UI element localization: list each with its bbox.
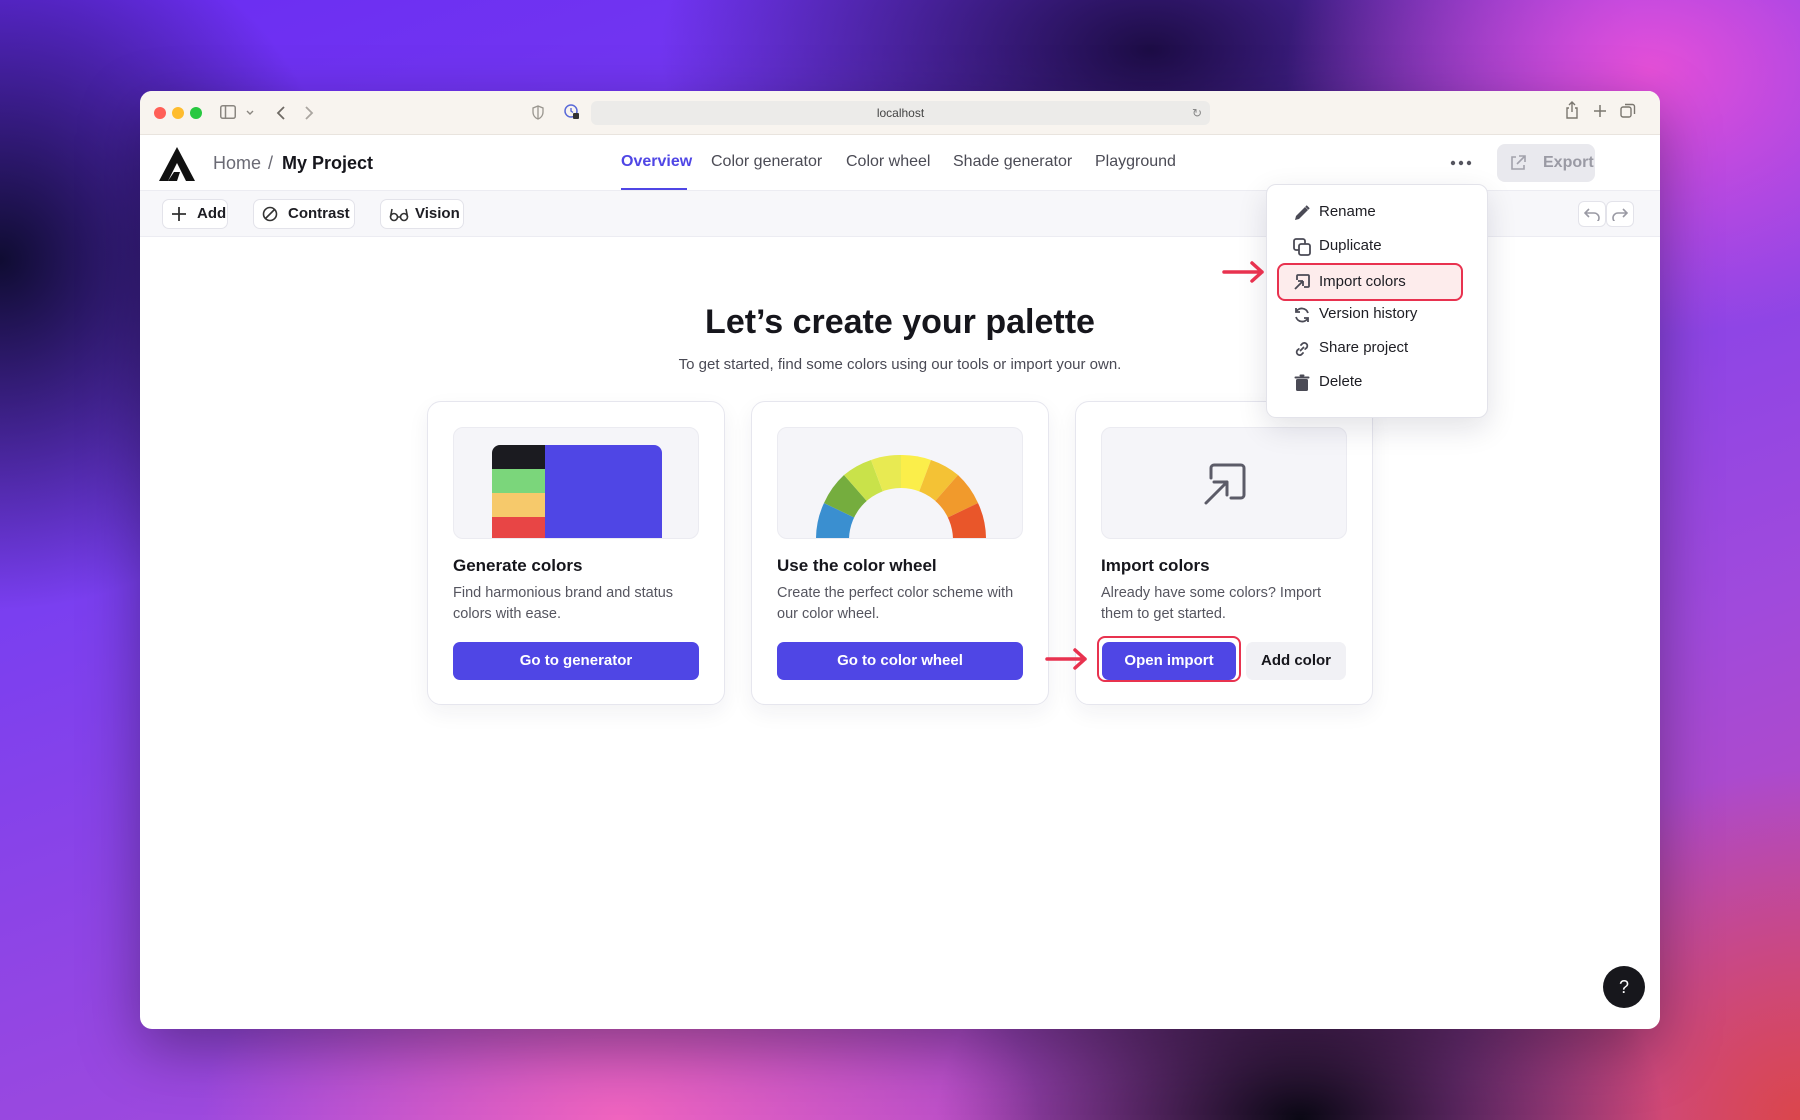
export-button[interactable]: Export	[1497, 144, 1595, 182]
tab-playground[interactable]: Playground	[1095, 151, 1176, 173]
export-label: Export	[1543, 154, 1594, 171]
menu-item-label: Delete	[1319, 373, 1363, 390]
tab-overview-icon[interactable]	[1620, 103, 1636, 119]
go-to-generator-button[interactable]: Go to generator	[453, 642, 699, 680]
import-icon	[1204, 463, 1246, 505]
add-button[interactable]: Add	[162, 199, 228, 229]
go-to-color-wheel-button[interactable]: Go to color wheel	[777, 642, 1023, 680]
url-text: localhost	[876, 106, 925, 120]
tab-color-generator[interactable]: Color generator	[711, 151, 822, 173]
menu-item-version-history[interactable]: Version history	[1277, 299, 1463, 329]
contrast-label: Contrast	[288, 205, 350, 222]
address-bar[interactable]: localhost ↻	[591, 101, 1210, 125]
vision-label: Vision	[415, 205, 460, 222]
more-options-menu: Rename Duplicate Import colors Version h…	[1266, 184, 1488, 418]
generate-colors-card: Generate colors Find harmonious brand an…	[427, 401, 725, 705]
app-header: Home / My Project Overview Color generat…	[140, 135, 1660, 191]
breadcrumb-separator: /	[268, 153, 274, 173]
share-icon[interactable]	[1565, 101, 1579, 119]
contrast-icon	[262, 206, 278, 222]
glasses-icon	[389, 208, 409, 222]
menu-item-delete[interactable]: Delete	[1277, 367, 1463, 397]
import-icon	[1294, 274, 1310, 290]
browser-window: localhost ↻ Home / My Project Overview C…	[140, 91, 1660, 1029]
menu-item-duplicate[interactable]: Duplicate	[1277, 231, 1463, 261]
menu-item-import-colors[interactable]: Import colors	[1277, 263, 1463, 301]
arrow-right-icon	[1045, 648, 1087, 670]
redo-icon	[1612, 208, 1628, 221]
open-import-highlight	[1097, 636, 1241, 682]
menu-item-rename[interactable]: Rename	[1277, 197, 1463, 227]
palette-swatches	[492, 445, 662, 538]
shield-icon[interactable]	[532, 105, 544, 120]
history-icon	[1295, 307, 1309, 323]
card-description: Create the perfect color scheme with our…	[777, 585, 1014, 622]
menu-item-label: Rename	[1319, 203, 1376, 220]
card-title: Use the color wheel	[777, 556, 937, 575]
active-tab-indicator	[621, 188, 687, 190]
duplicate-icon	[1293, 238, 1311, 256]
new-tab-icon[interactable]	[1593, 104, 1607, 118]
card-title: Import colors	[1101, 556, 1210, 575]
menu-item-label: Share project	[1319, 339, 1409, 356]
plus-icon	[172, 207, 186, 221]
color-wheel-illustration	[816, 454, 986, 538]
color-wheel-preview	[777, 427, 1023, 539]
tab-shade-generator[interactable]: Shade generator	[953, 151, 1072, 173]
privacy-report-icon[interactable]	[564, 104, 580, 120]
close-window-button[interactable]	[154, 107, 166, 119]
undo-button[interactable]	[1578, 201, 1606, 227]
contrast-button[interactable]: Contrast	[253, 199, 355, 229]
color-wheel-card: Use the color wheel Create the perfect c…	[751, 401, 1049, 705]
minimize-window-button[interactable]	[172, 107, 184, 119]
tab-color-wheel[interactable]: Color wheel	[846, 151, 930, 173]
tab-overview[interactable]: Overview	[621, 151, 692, 173]
more-options-icon[interactable]	[1450, 153, 1472, 173]
add-label: Add	[197, 205, 227, 222]
chevron-down-icon[interactable]	[246, 110, 254, 116]
arrow-right-icon	[1222, 261, 1264, 283]
help-button[interactable]: ?	[1603, 966, 1645, 1008]
add-color-button[interactable]: Add color	[1246, 642, 1346, 680]
pencil-icon	[1295, 205, 1310, 220]
vision-button[interactable]: Vision	[380, 199, 464, 229]
menu-item-share-project[interactable]: Share project	[1277, 333, 1463, 363]
card-description: Already have some colors? Import them to…	[1101, 585, 1322, 622]
back-icon[interactable]	[276, 105, 286, 121]
logo-icon[interactable]	[159, 147, 195, 181]
menu-item-label: Duplicate	[1319, 237, 1382, 254]
redo-button[interactable]	[1606, 201, 1634, 227]
generator-preview	[453, 427, 699, 539]
undo-icon	[1584, 208, 1600, 221]
export-icon	[1511, 155, 1526, 170]
breadcrumb-project[interactable]: My Project	[282, 151, 373, 175]
menu-item-label: Version history	[1319, 305, 1418, 322]
trash-icon	[1294, 374, 1310, 391]
import-preview	[1101, 427, 1347, 539]
sidebar-icon[interactable]	[220, 105, 236, 119]
reload-icon[interactable]: ↻	[1192, 101, 1202, 125]
browser-chrome: localhost ↻	[140, 91, 1660, 135]
link-icon	[1295, 342, 1309, 356]
card-description: Find harmonious brand and status colors …	[453, 585, 674, 622]
maximize-window-button[interactable]	[190, 107, 202, 119]
breadcrumb-home[interactable]: Home	[213, 151, 261, 175]
card-title: Generate colors	[453, 556, 583, 575]
forward-icon[interactable]	[304, 105, 314, 121]
menu-item-label: Import colors	[1319, 273, 1406, 290]
